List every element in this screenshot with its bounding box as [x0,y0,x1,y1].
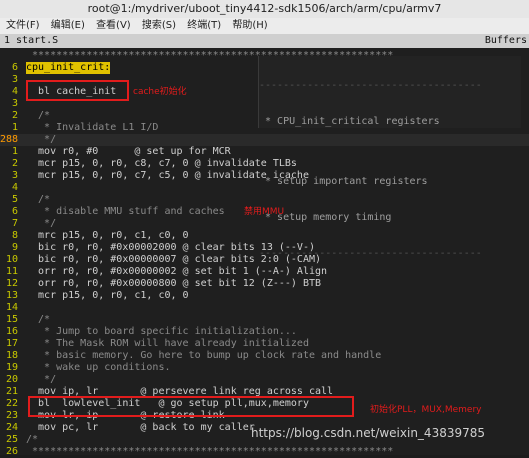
code-text: orr r0, r0, #0x00000800 @ set bit 12 (Z-… [26,278,322,289]
menu-view[interactable]: 查看(V) [96,20,131,31]
line-number: 6 [11,206,18,217]
line-number: 4 [11,86,18,97]
code-text: * disable MMU stuff and caches [26,206,225,217]
code-text: mrc p15, 0, r0, c1, c0, 0 [26,230,189,241]
line-number: 3 [11,74,18,85]
line-number: 3 [11,170,18,181]
code-text: mcr p15, 0, r0, c1, c0, 0 [26,290,189,301]
note-lowlevel-init: 初始化PLL，MUX,Memery [370,405,482,415]
code-text: * Jump to board specific initialization.… [26,326,297,337]
popup-line: * setup memory timing [259,212,392,223]
line-number: 288 [0,134,19,145]
line-number: 25 [5,434,18,445]
code-text: */ [26,374,57,385]
code-text: mov pc, lr @ back to my caller [26,422,255,433]
code-text: /* [26,434,39,445]
line-number: 5 [11,194,18,205]
code-line[interactable]: 13 mcr p15, 0, r0, c1, c0, 0 [0,290,529,302]
line-number: 20 [5,374,18,385]
line-number: 7 [11,218,18,229]
popup-line: * CPU_init_critical registers [259,116,440,127]
line-number: 14 [5,302,18,313]
line-number: 16 [5,326,18,337]
line-number: 2 [11,110,18,121]
line-number: 8 [11,230,18,241]
popup-dash-bottom: ------------------------------------- [259,248,482,259]
line-number: 10 [5,254,18,265]
menu-file[interactable]: 文件(F) [6,20,40,31]
highlight-box-cache-init [26,80,129,101]
buffers-label[interactable]: Buffers [485,34,527,48]
code-text: */ [26,218,57,229]
watermark: https://blog.csdn.net/weixin_43839785 [251,426,486,440]
code-text: * Invalidate L1 I/D [26,122,159,133]
code-line[interactable]: 20 */ [0,374,529,386]
line-number: 21 [5,386,18,397]
line-number: 6 [11,62,18,73]
menu-bar: 文件(F) 编辑(E) 查看(V) 搜索(S) 终端(T) 帮助(H) [0,18,529,34]
code-text: mcr p15, 0, r0, c8, c7, 0 @ invalidate T… [26,158,297,169]
line-number: 17 [5,338,18,349]
code-text: mov r0, #0 @ set up for MCR [26,146,231,157]
label-cpu-init-crit: cpu_init_crit: [26,62,111,74]
code-line[interactable]: 12 orr r0, r0, #0x00000800 @ set bit 12 … [0,278,529,290]
code-text: */ [26,134,57,145]
code-line[interactable]: 14 [0,302,529,314]
menu-search[interactable]: 搜索(S) [142,20,176,31]
code-text: /* [26,314,51,325]
highlight-box-lowlevel-init [28,396,354,417]
menu-edit[interactable]: 编辑(E) [51,20,85,31]
line-number: 24 [5,422,18,433]
line-number: 1 [11,146,18,157]
code-text: * The Mask ROM will have already initial… [26,338,309,349]
line-number: 13 [5,290,18,301]
code-line[interactable]: 18 * basic memory. Go here to bump up cl… [0,350,529,362]
line-number: 2 [11,158,18,169]
code-text: ****************************************… [26,446,394,457]
popup-dash-top: ------------------------------------- [259,80,482,91]
line-number: 23 [5,410,18,421]
line-number: 26 [5,446,18,457]
line-number: 19 [5,362,18,373]
code-line[interactable]: 15 /* [0,314,529,326]
line-number: 18 [5,350,18,361]
line-number: 1 [11,122,18,133]
window-title: root@1:/mydriver/uboot_tiny4412-sdk1506/… [0,0,529,18]
code-text: /* [26,194,51,205]
line-number: 4 [11,182,18,193]
line-number: 3 [11,98,18,109]
line-number: 15 [5,314,18,325]
code-line[interactable]: 19 * wake up conditions. [0,362,529,374]
line-number: 11 [5,266,18,277]
code-line[interactable]: 26 *************************************… [0,446,529,458]
popup-line: * setup important registers [259,176,428,187]
note-cache-init: cache初始化 [133,87,187,97]
note-disable-mmu: 禁用MMU [244,207,285,217]
line-number: 9 [11,242,18,253]
code-text: * wake up conditions. [26,362,171,373]
code-text: * basic memory. Go here to bump up clock… [26,350,382,361]
code-line[interactable]: 16 * Jump to board specific initializati… [0,326,529,338]
tab-start-s[interactable]: 1 start.S [4,34,58,48]
code-text: /* [26,110,51,121]
menu-help[interactable]: 帮助(H) [232,20,267,31]
preview-popup: ------------------------------------- * … [258,56,521,259]
vim-tabline: 1 start.S Buffers [0,34,529,48]
line-number: 22 [5,398,18,409]
line-number: 12 [5,278,18,289]
code-line[interactable]: 17 * The Mask ROM will have already init… [0,338,529,350]
menu-terminal[interactable]: 终端(T) [187,20,221,31]
